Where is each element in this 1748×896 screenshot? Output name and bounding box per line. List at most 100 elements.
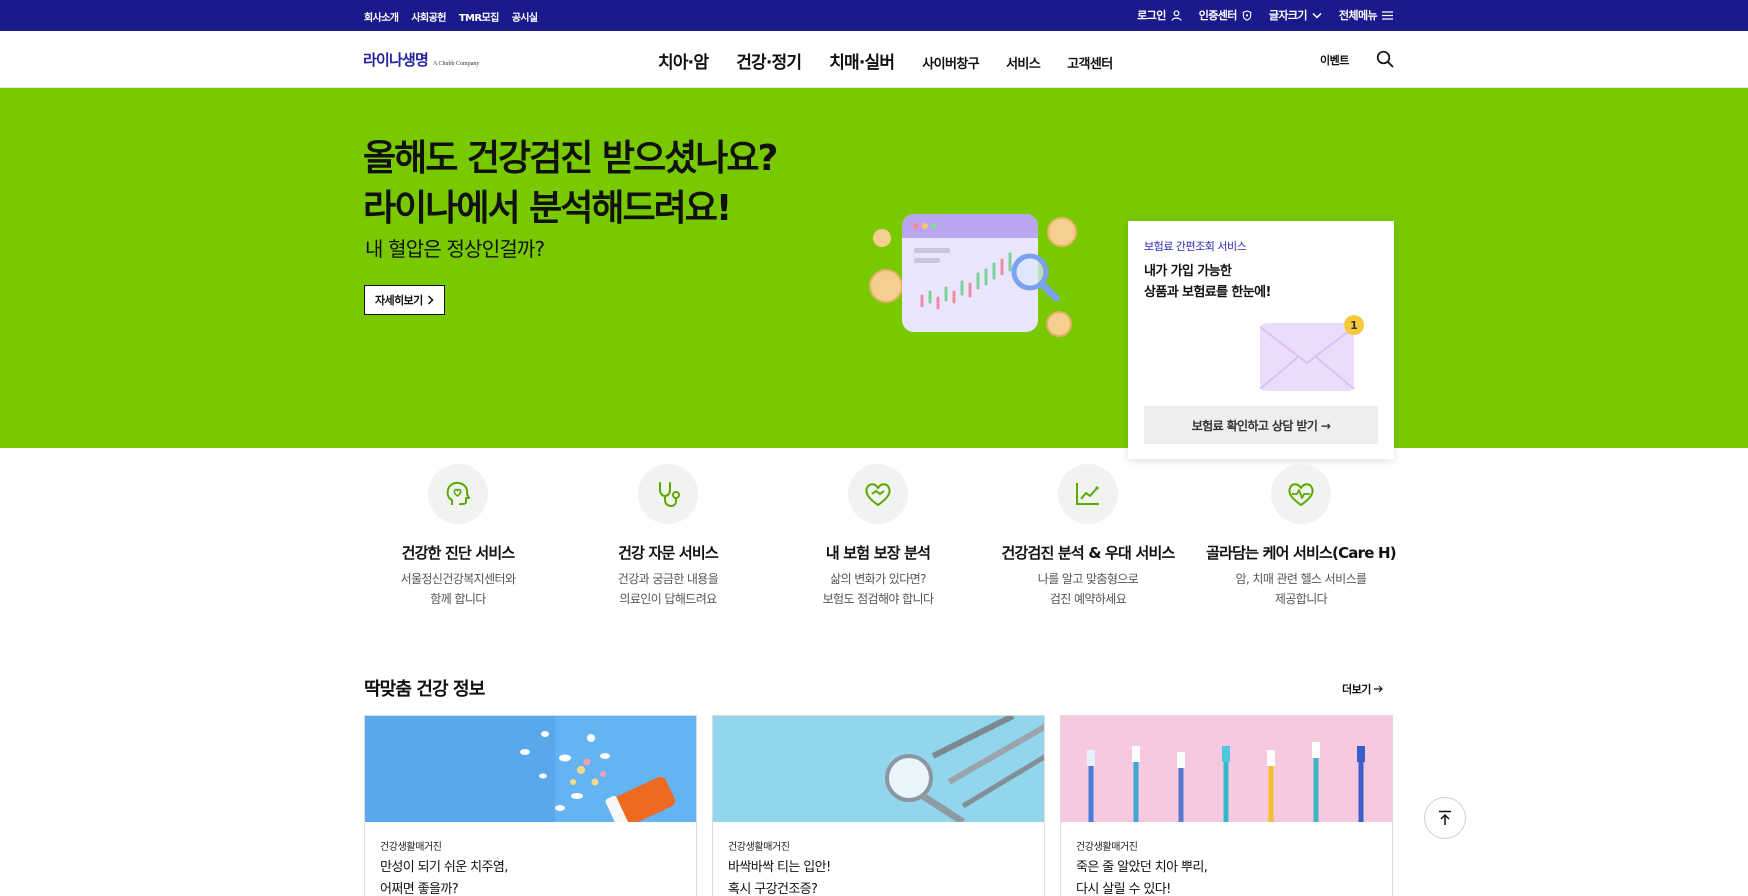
notification-badge: 1 <box>1350 319 1358 332</box>
font-size-label: 글자크기 <box>1268 9 1308 22</box>
event-link[interactable]: 이벤트 <box>1320 52 1349 68</box>
logo-text: 라이나생명 <box>363 51 429 69</box>
shield-icon <box>1242 9 1252 21</box>
card-title-line2: 어쩌면 좋을까? <box>380 882 459 896</box>
all-menu-label: 전체메뉴 <box>1338 9 1378 22</box>
service-desc-line1: 건강과 궁금한 내용을 <box>617 572 719 586</box>
dental-tools-image <box>713 716 1044 822</box>
hero-detail-label: 자세히보기 <box>375 294 423 307</box>
search-icon <box>1376 50 1394 68</box>
utility-links: 회사소개 사회공헌 TMR모집 공시실 <box>364 9 538 24</box>
util-link-disclosure[interactable]: 공시실 <box>512 9 538 24</box>
more-label: 더보기 <box>1342 683 1371 696</box>
card-kicker: 건강생활매거진 <box>1076 842 1138 853</box>
health-card-dry-mouth[interactable]: 건강생활매거진 바싹바싹 티는 입안! 혹시 구강건조증? <box>712 715 1045 896</box>
scroll-top-button[interactable] <box>1424 797 1466 839</box>
quote-consult-button[interactable]: 보험료 확인하고 상담 받기 → <box>1144 406 1378 444</box>
service-desc-line2: 의료인이 답해드려요 <box>619 592 717 606</box>
hero-subtitle: 내 혈압은 정상인걸까? <box>365 237 545 261</box>
envelope-illustration: 1 <box>1259 315 1364 391</box>
chevron-right-icon <box>427 295 434 305</box>
service-item-diagnosis[interactable]: 건강한 진단 서비스 서울정신건강복지센터와 함께 합니다 <box>353 464 563 609</box>
main-nav: 치아·암 건강·정기 치매·실버 사이버창구 서비스 고객센터 <box>658 48 1140 73</box>
nav-item-dental-cancer[interactable]: 치아·암 <box>658 48 709 73</box>
cert-center-label: 인증센터 <box>1198 9 1238 22</box>
main-header: 라이나생명 A Chubb Company 치아·암 건강·정기 치매·실버 사… <box>0 31 1748 88</box>
service-desc-line1: 나를 알고 맞춤형으로 <box>1037 572 1139 586</box>
card-title: 만성이 되기 쉬운 치주염, 어쩌면 좋을까? <box>380 857 680 896</box>
head-heart-icon <box>428 464 488 524</box>
card-kicker: 건강생활매거진 <box>380 842 442 853</box>
card-title-line2: 혹시 구강건조증? <box>728 882 818 896</box>
service-desc-line2: 함께 합니다 <box>430 592 486 606</box>
util-link-social[interactable]: 사회공헌 <box>411 9 446 24</box>
service-desc-line1: 삶의 변화가 있다면? <box>830 572 926 586</box>
card-title: 죽은 줄 알았던 치아 뿌리, 다시 살릴 수 있다! <box>1076 857 1376 896</box>
service-desc: 건강과 궁금한 내용을 의료인이 답해드려요 <box>563 569 773 609</box>
nav-item-dementia-senior[interactable]: 치매·실버 <box>829 48 895 73</box>
nav-item-health-term[interactable]: 건강·정기 <box>736 48 802 73</box>
stethoscope-icon <box>638 464 698 524</box>
card-title: 바싹바싹 티는 입안! 혹시 구강건조증? <box>728 857 1028 896</box>
nav-item-customer-center[interactable]: 고객센터 <box>1067 53 1113 72</box>
quote-card-title-line1: 내가 가입 가능한 <box>1144 264 1232 279</box>
service-desc-line2: 검진 예약하세요 <box>1049 592 1127 606</box>
chart-line-icon <box>1058 464 1118 524</box>
health-card-tooth-root[interactable]: 건강생활매거진 죽은 줄 알았던 치아 뿌리, 다시 살릴 수 있다! <box>1060 715 1393 896</box>
service-item-consulting[interactable]: 건강 자문 서비스 건강과 궁금한 내용을 의료인이 답해드려요 <box>563 464 773 609</box>
cert-center-link[interactable]: 인증센터 <box>1199 7 1252 23</box>
hero-banner: 올해도 건강검진 받으셨나요? 라이나에서 분석해드려요! 내 혈압은 정상인걸… <box>0 88 1748 459</box>
service-shortcuts: 건강한 진단 서비스 서울정신건강복지센터와 함께 합니다 건강 자문 서비스 … <box>0 448 1748 628</box>
service-desc: 나를 알고 맞춤형으로 검진 예약하세요 <box>983 569 1193 609</box>
more-link[interactable]: 더보기 <box>1342 681 1383 697</box>
service-title: 건강검진 분석 & 우대 서비스 <box>1001 544 1176 562</box>
quote-card: 보험료 간편조회 서비스 내가 가입 가능한 상품과 보험료를 한눈에! 1 보… <box>1128 221 1394 459</box>
card-kicker: 건강생활매거진 <box>728 842 790 853</box>
service-desc: 서울정신건강복지센터와 함께 합니다 <box>353 569 563 609</box>
service-item-coverage-analysis[interactable]: 내 보험 보장 분석 삶의 변화가 있다면? 보험도 점검해야 합니다 <box>773 464 983 609</box>
hero-title-line2: 라이나에서 분석해드려요! <box>363 188 732 229</box>
brand-logo[interactable]: 라이나생명 A Chubb Company <box>363 49 479 70</box>
quote-card-kicker: 보험료 간편조회 서비스 <box>1144 240 1247 253</box>
hero-detail-button[interactable]: 자세히보기 <box>364 285 445 315</box>
util-link-tmr[interactable]: TMR모집 <box>459 9 499 24</box>
service-desc-line2: 보험도 점검해야 합니다 <box>822 592 934 606</box>
service-title: 골라담는 케어 서비스(Care H) <box>1206 544 1396 562</box>
nav-item-cyber-window[interactable]: 사이버창구 <box>922 53 979 72</box>
arrow-right-icon <box>1373 685 1383 693</box>
search-button[interactable] <box>1376 50 1394 72</box>
hero-title-line1: 올해도 건강검진 받으셨나요? <box>363 138 778 179</box>
heart-handshake-icon <box>848 464 908 524</box>
chart-magnifier-illustration <box>869 214 1077 337</box>
chevron-down-icon <box>1312 12 1322 19</box>
card-title-line1: 바싹바싹 티는 입안! <box>728 860 831 875</box>
service-title: 내 보험 보장 분석 <box>825 544 931 562</box>
hero-title: 올해도 건강검진 받으셨나요? 라이나에서 분석해드려요! <box>363 134 923 234</box>
card-title-line1: 죽은 줄 알았던 치아 뿌리, <box>1076 860 1208 875</box>
heart-pulse-icon <box>1271 464 1331 524</box>
card-title-line2: 다시 살릴 수 있다! <box>1076 882 1171 896</box>
util-link-company[interactable]: 회사소개 <box>364 9 399 24</box>
health-info-title: 딱맞춤 건강 정보 <box>364 679 485 700</box>
service-desc-line1: 서울정신건강복지센터와 <box>400 572 516 586</box>
arrow-up-icon <box>1439 810 1451 825</box>
service-desc-line1: 암, 치매 관련 헬스 서비스를 <box>1235 572 1368 586</box>
service-title: 건강 자문 서비스 <box>618 544 719 562</box>
login-link[interactable]: 로그인 <box>1137 7 1182 23</box>
service-desc: 암, 치매 관련 헬스 서비스를 제공합니다 <box>1196 569 1406 609</box>
card-title-line1: 만성이 되기 쉬운 치주염, <box>380 860 508 875</box>
quote-card-title: 내가 가입 가능한 상품과 보험료를 한눈에! <box>1144 261 1364 303</box>
all-menu-button[interactable]: 전체메뉴 <box>1339 7 1393 23</box>
font-size-toggle[interactable]: 글자크기 <box>1269 7 1322 23</box>
login-label: 로그인 <box>1137 9 1166 22</box>
quote-card-title-line2: 상품과 보험료를 한눈에! <box>1144 285 1271 300</box>
service-item-care-h[interactable]: 골라담는 케어 서비스(Care H) 암, 치매 관련 헬스 서비스를 제공합… <box>1196 464 1406 609</box>
service-item-checkup-analysis[interactable]: 건강검진 분석 & 우대 서비스 나를 알고 맞춤형으로 검진 예약하세요 <box>983 464 1193 609</box>
health-card-periodontitis[interactable]: 건강생활매거진 만성이 되기 쉬운 치주염, 어쩌면 좋을까? <box>364 715 697 896</box>
toothbrushes-image <box>1061 716 1392 822</box>
nav-item-service[interactable]: 서비스 <box>1006 53 1041 72</box>
service-title: 건강한 진단 서비스 <box>401 544 516 562</box>
logo-tagline: A Chubb Company <box>433 61 480 67</box>
service-desc-line2: 제공합니다 <box>1274 592 1328 606</box>
user-icon <box>1171 9 1182 21</box>
